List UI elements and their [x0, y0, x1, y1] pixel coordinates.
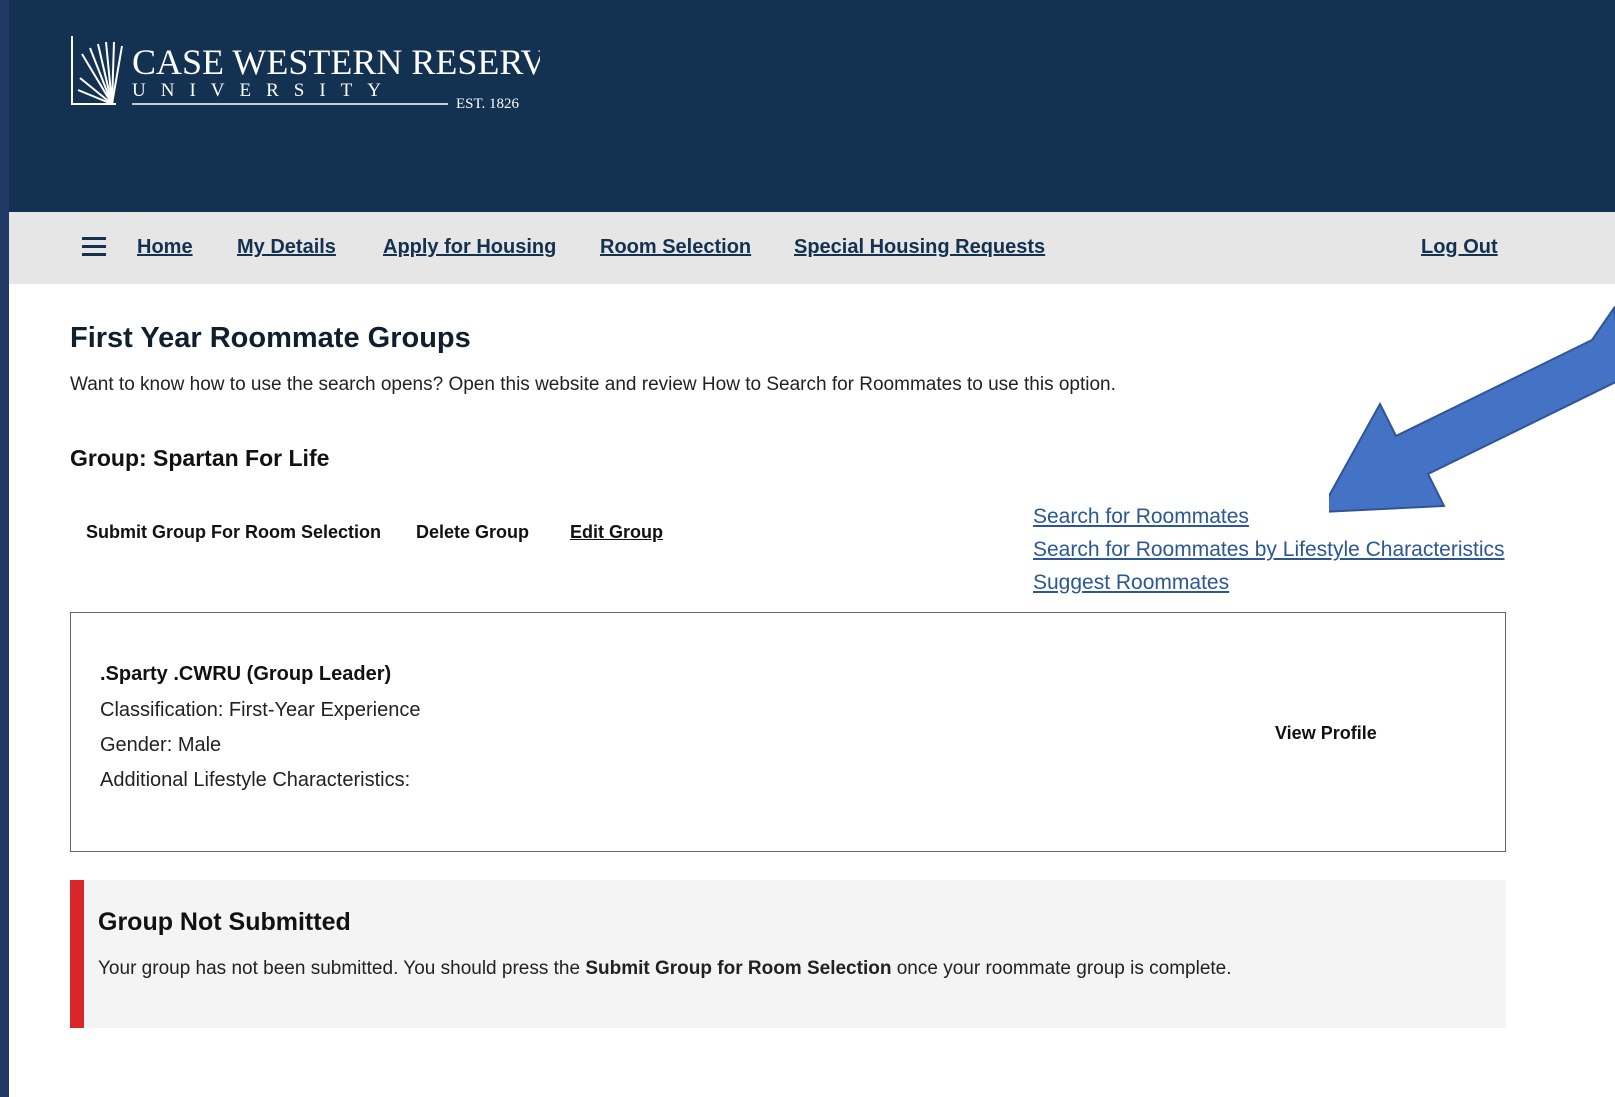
log-out-link[interactable]: Log Out — [1421, 236, 1498, 259]
member-name: .Sparty .CWRU (Group Leader) — [100, 663, 392, 685]
annotation-arrow-icon — [1329, 305, 1615, 513]
nav-home[interactable]: Home — [137, 236, 193, 259]
notice-accent-bar — [70, 880, 84, 1028]
view-profile-button[interactable]: View Profile — [1275, 723, 1377, 744]
main-navigation: Home My Details Apply for Housing Room S… — [9, 212, 1615, 284]
university-logo[interactable]: CASE WESTERN RESERVE UNIVERSITY EST. 182… — [70, 34, 568, 114]
nav-room-selection[interactable]: Room Selection — [600, 236, 751, 259]
member-lifestyle: Additional Lifestyle Characteristics: — [100, 769, 411, 791]
notice-text: Your group has not been submitted. You s… — [98, 958, 1232, 979]
svg-text:UNIVERSITY: UNIVERSITY — [132, 80, 396, 101]
search-lifestyle-link[interactable]: Search for Roommates by Lifestyle Charac… — [1033, 538, 1505, 562]
member-classification: Classification: First-Year Experience — [100, 699, 421, 721]
intro-text: Want to know how to use the search opens… — [70, 374, 1116, 395]
search-roommates-link[interactable]: Search for Roommates — [1033, 505, 1249, 529]
group-member-card: .Sparty .CWRU (Group Leader) Classificat… — [70, 612, 1506, 852]
site-header: CASE WESTERN RESERVE UNIVERSITY EST. 182… — [9, 0, 1615, 212]
group-name-heading: Group: Spartan For Life — [70, 445, 330, 471]
svg-text:CASE WESTERN RESERVE: CASE WESTERN RESERVE — [132, 42, 540, 82]
group-not-submitted-notice: Group Not Submitted Your group has not b… — [70, 880, 1506, 1028]
suggest-roommates-link[interactable]: Suggest Roommates — [1033, 571, 1229, 595]
delete-group-button[interactable]: Delete Group — [416, 522, 529, 543]
page-title: First Year Roommate Groups — [70, 322, 471, 354]
nav-my-details[interactable]: My Details — [237, 236, 336, 259]
member-gender: Gender: Male — [100, 734, 222, 756]
edit-group-link[interactable]: Edit Group — [570, 522, 663, 543]
submit-group-button[interactable]: Submit Group For Room Selection — [86, 522, 381, 543]
notice-title: Group Not Submitted — [98, 908, 351, 936]
hamburger-menu-icon[interactable] — [82, 237, 106, 257]
browser-page: CASE WESTERN RESERVE UNIVERSITY EST. 182… — [9, 0, 1615, 1097]
logo-sunburst-icon: CASE WESTERN RESERVE UNIVERSITY EST. 182… — [71, 36, 568, 112]
svg-text:EST. 1826: EST. 1826 — [456, 96, 520, 112]
nav-apply-for-housing[interactable]: Apply for Housing — [383, 236, 556, 259]
notice-bold-text: Submit Group for Room Selection — [585, 958, 892, 979]
nav-special-housing-requests[interactable]: Special Housing Requests — [794, 236, 1045, 259]
